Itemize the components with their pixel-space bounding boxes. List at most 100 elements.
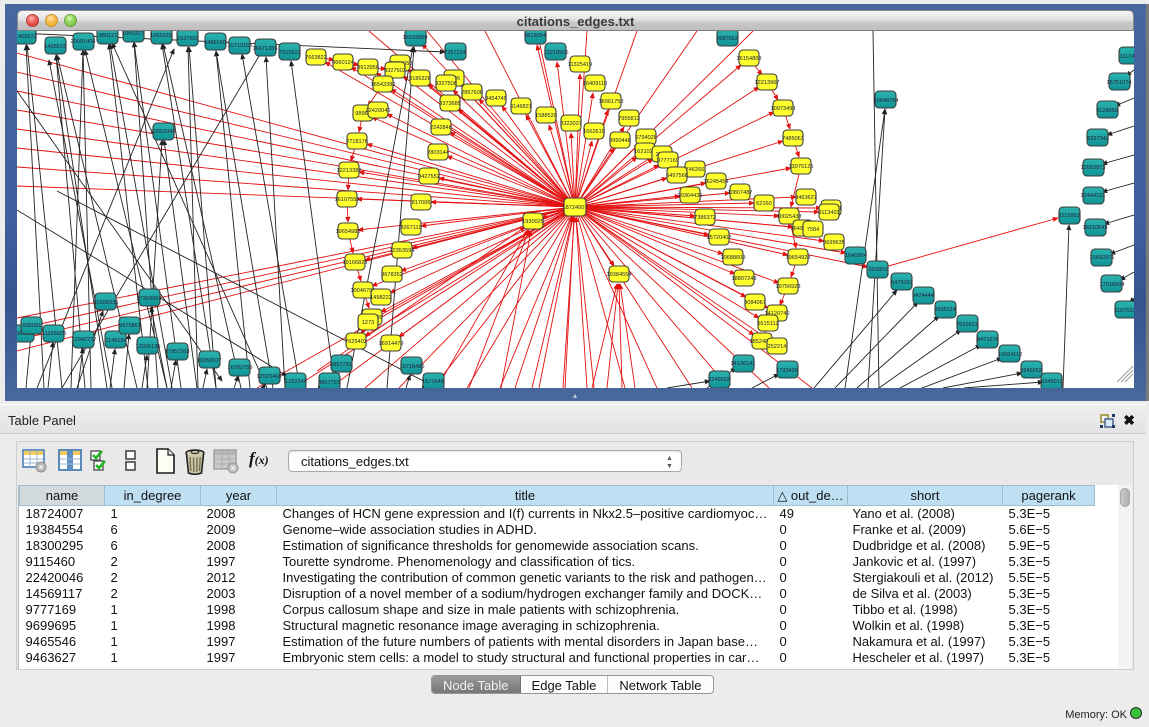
svg-text:7584: 7584 (807, 227, 819, 233)
svg-text:8186328: 8186328 (409, 76, 431, 82)
svg-text:7625402: 7625402 (345, 339, 367, 345)
svg-text:16210643: 16210643 (1083, 225, 1108, 231)
svg-text:17016504: 17016504 (1100, 282, 1125, 288)
svg-text:9146821: 9146821 (510, 104, 532, 110)
svg-text:9129966: 9129966 (1096, 108, 1118, 114)
svg-text:1065326: 1065326 (150, 33, 172, 39)
svg-text:1065327: 1065327 (122, 31, 144, 37)
svg-text:6497568: 6497568 (666, 173, 688, 179)
svg-text:7663822: 7663822 (305, 55, 327, 61)
svg-text:1405572: 1405572 (17, 34, 37, 40)
svg-text:16245454: 16245454 (704, 179, 729, 185)
svg-text:9113403: 9113403 (818, 210, 839, 216)
svg-text:9245652: 9245652 (1020, 368, 1042, 374)
svg-text:2718176: 2718176 (346, 139, 368, 145)
svg-text:693853: 693853 (869, 267, 888, 273)
svg-text:15720407: 15720407 (707, 235, 732, 241)
svg-text:16914479: 16914479 (379, 341, 404, 347)
svg-text:7515521: 7515521 (279, 50, 301, 56)
svg-text:11325419: 11325419 (568, 62, 592, 68)
svg-text:16671355: 16671355 (253, 46, 278, 52)
svg-text:3373685: 3373685 (439, 101, 461, 107)
svg-text:14136141: 14136141 (731, 361, 756, 367)
svg-text:1167533: 1167533 (1114, 308, 1134, 314)
svg-text:1498222: 1498222 (370, 295, 392, 301)
svg-text:9084067: 9084067 (744, 300, 766, 306)
svg-text:17359924: 17359924 (137, 296, 162, 302)
svg-text:1117405: 1117405 (1120, 54, 1134, 60)
svg-text:16782759: 16782759 (228, 365, 253, 371)
svg-text:10807487: 10807487 (728, 190, 753, 196)
svg-text:6466160: 6466160 (204, 40, 226, 46)
svg-text:20091406: 20091406 (71, 39, 96, 45)
svg-text:989121: 989121 (99, 33, 118, 39)
svg-text:7357224: 7357224 (444, 50, 466, 56)
svg-text:8322037: 8322037 (560, 121, 582, 127)
svg-text:8990448: 8990448 (609, 138, 631, 144)
svg-text:18807249: 18807249 (732, 276, 757, 282)
svg-text:1662615: 1662615 (583, 129, 605, 135)
svg-text:13975125: 13975125 (789, 164, 814, 170)
svg-text:7632621: 7632621 (956, 322, 978, 328)
svg-text:1292346: 1292346 (285, 379, 307, 385)
svg-text:16107553: 16107553 (335, 197, 360, 203)
svg-text:19384554: 19384554 (607, 272, 632, 278)
svg-text:1405572: 1405572 (44, 44, 66, 50)
svg-text:1571648: 1571648 (422, 379, 444, 385)
svg-text:15751074: 15751074 (1107, 80, 1132, 86)
svg-text:8813054: 8813054 (524, 33, 546, 39)
svg-text:3267110: 3267110 (400, 225, 421, 231)
svg-text:6479197: 6479197 (891, 280, 913, 286)
svg-text:2867608: 2867608 (461, 90, 483, 96)
svg-text:22420046: 22420046 (366, 108, 391, 114)
svg-text:10719155: 10719155 (228, 43, 253, 49)
svg-text:9474444: 9474444 (912, 293, 934, 299)
svg-text:9245652: 9245652 (708, 377, 730, 383)
svg-text:20206536: 20206536 (94, 300, 119, 306)
svg-text:11156829: 11156829 (42, 331, 66, 337)
svg-text:9327503: 9327503 (384, 68, 406, 74)
svg-text:935061: 935061 (23, 323, 42, 329)
svg-text:8215953: 8215953 (1058, 213, 1080, 219)
svg-text:1930025: 1930025 (522, 219, 544, 225)
svg-text:252214: 252214 (768, 344, 787, 350)
svg-text:1527602: 1527602 (177, 36, 199, 42)
svg-text:2935114: 2935114 (934, 307, 955, 313)
svg-text:9857791: 9857791 (318, 380, 340, 386)
svg-text:20053346: 20053346 (151, 129, 176, 135)
svg-text:9245012: 9245012 (1041, 379, 1063, 385)
svg-text:8427552: 8427552 (418, 174, 440, 180)
svg-text:10648764: 10648764 (874, 98, 899, 104)
svg-text:2803144: 2803144 (427, 150, 449, 156)
svg-text:10973493: 10973493 (771, 106, 796, 112)
svg-text:7485063: 7485063 (782, 136, 804, 142)
svg-text:1733426: 1733426 (776, 368, 798, 374)
svg-text:12213967: 12213967 (755, 80, 780, 86)
svg-text:7386372: 7386372 (694, 215, 716, 221)
svg-text:12923468: 12923468 (257, 374, 282, 380)
svg-text:19654923: 19654923 (786, 255, 811, 261)
svg-text:0699635: 0699635 (823, 240, 845, 246)
svg-text:1145194: 1145194 (105, 338, 126, 344)
svg-text:1615112: 1615112 (757, 321, 778, 327)
svg-text:8660124: 8660124 (332, 60, 354, 66)
svg-text:16033809: 16033809 (403, 35, 428, 41)
svg-text:16409110: 16409110 (583, 81, 607, 87)
svg-text:8471676: 8471676 (977, 337, 999, 343)
svg-text:746266: 746266 (686, 167, 705, 173)
svg-text:19756928: 19756928 (776, 284, 801, 290)
svg-text:8454749: 8454749 (485, 96, 507, 102)
svg-text:10025438: 10025438 (777, 214, 802, 220)
svg-text:15716485: 15716485 (400, 364, 425, 370)
svg-text:10654112: 10654112 (998, 352, 1022, 358)
svg-text:19166825: 19166825 (343, 260, 368, 266)
svg-text:19958107: 19958107 (197, 358, 222, 364)
svg-text:18724007: 18724007 (563, 205, 588, 211)
svg-text:12905135: 12905135 (136, 344, 161, 350)
svg-text:9857791: 9857791 (330, 362, 352, 368)
svg-text:17957263: 17957263 (165, 349, 190, 355)
svg-text:12353594: 12353594 (390, 248, 415, 254)
svg-text:8912956: 8912956 (357, 65, 379, 71)
svg-text:16154808: 16154808 (737, 56, 762, 62)
svg-text:6794028: 6794028 (635, 135, 657, 141)
